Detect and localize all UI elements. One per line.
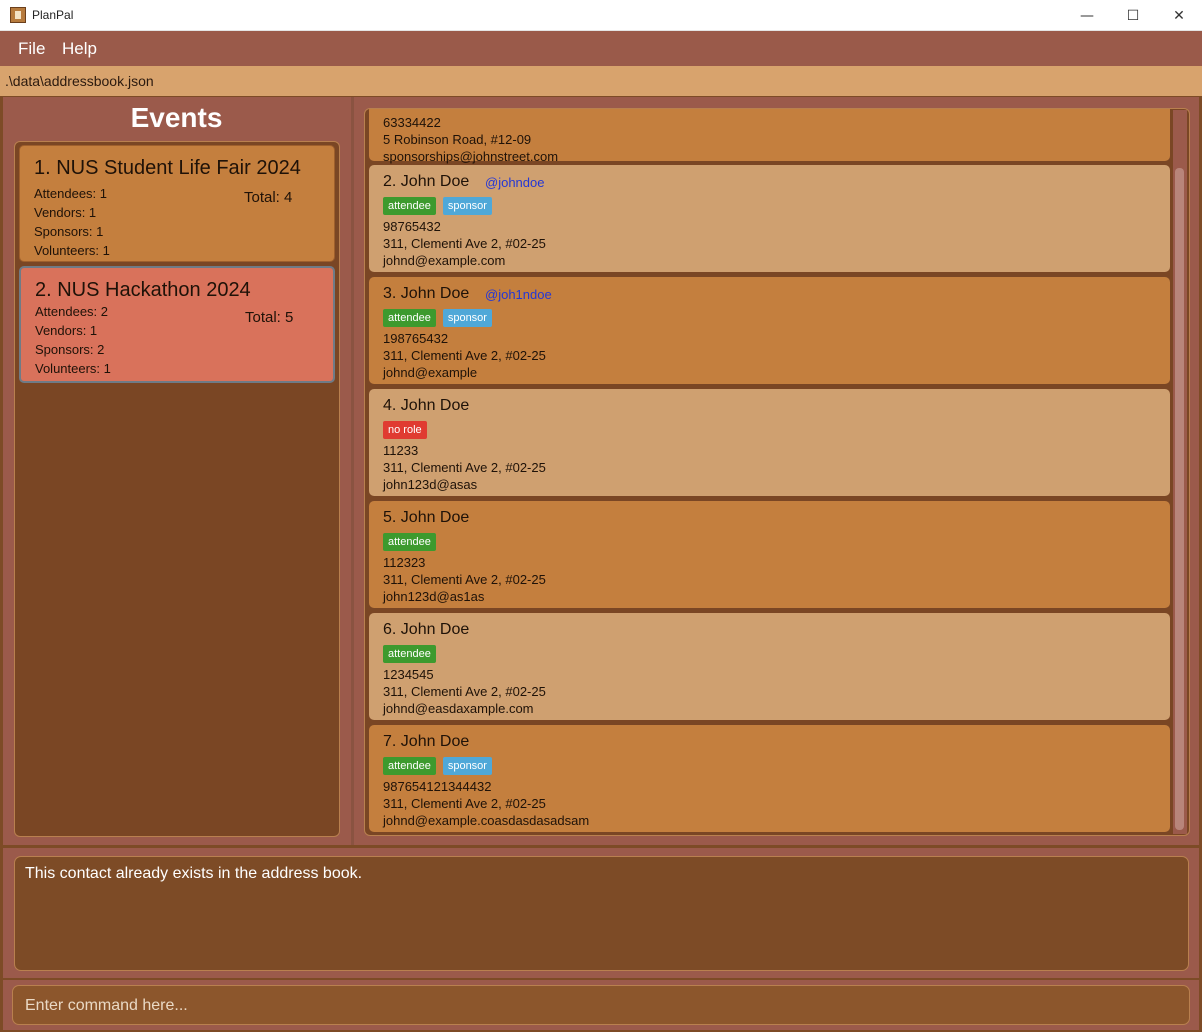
- person-details: 1234545 311, Clementi Ave 2, #02-25 john…: [383, 666, 546, 717]
- person-email: john123d@as1as: [383, 589, 485, 604]
- person-address: 311, Clementi Ave 2, #02-25: [383, 796, 546, 811]
- tag-attendee: attendee: [383, 309, 436, 327]
- event-volunteers: Volunteers: 1: [34, 243, 110, 258]
- close-icon: ✕: [1173, 7, 1185, 24]
- result-message: This contact already exists in the addre…: [25, 865, 363, 882]
- tag-sponsor: sponsor: [442, 757, 492, 775]
- person-address: 311, Clementi Ave 2, #02-25: [383, 236, 546, 251]
- scrollbar-thumb[interactable]: [1175, 168, 1184, 830]
- tag-no-role: no role: [383, 421, 427, 439]
- person-card[interactable]: 6. John Doe attendee 1234545 311, Clemen…: [369, 613, 1170, 720]
- person-email: johnd@easdaxample.com: [383, 701, 534, 716]
- tag-list: attendee sponsor: [383, 197, 492, 215]
- person-phone: 987654121344432: [383, 779, 492, 794]
- tag-attendee: attendee: [383, 757, 436, 775]
- result-display: This contact already exists in the addre…: [14, 856, 1189, 971]
- tag-list: no role: [383, 421, 427, 439]
- menu-file[interactable]: File: [18, 39, 45, 59]
- person-card[interactable]: 4. John Doe no role 11233 311, Clementi …: [369, 389, 1170, 496]
- person-name: 7. John Doe: [383, 733, 470, 750]
- person-address: 311, Clementi Ave 2, #02-25: [383, 572, 546, 587]
- event-vendors: Vendors: 1: [34, 205, 97, 220]
- event-name: 1. NUS Student Life Fair 2024: [34, 157, 301, 179]
- tag-attendee: attendee: [383, 533, 436, 551]
- event-attendees: Attendees: 2: [35, 304, 108, 319]
- event-sponsors: Sponsors: 1: [34, 224, 104, 239]
- event-total: Total: 4: [244, 189, 293, 206]
- person-email: sponsorships@johnstreet.com: [383, 149, 559, 164]
- window-title: PlanPal: [32, 8, 74, 22]
- minimize-button[interactable]: —: [1064, 0, 1110, 31]
- person-card[interactable]: 63334422 5 Robinson Road, #12-09 sponsor…: [369, 109, 1170, 164]
- person-phone: 98765432: [383, 219, 441, 234]
- event-volunteers: Volunteers: 1: [35, 361, 111, 376]
- person-details: 112323 311, Clementi Ave 2, #02-25 john1…: [383, 554, 546, 605]
- minimize-icon: —: [1080, 7, 1094, 24]
- person-name: 5. John Doe: [383, 509, 470, 526]
- person-handle: @johndoe: [485, 175, 545, 190]
- person-phone: 11233: [383, 443, 419, 458]
- person-details: 98765432 311, Clementi Ave 2, #02-25 joh…: [383, 218, 546, 269]
- person-list[interactable]: 63334422 5 Robinson Road, #12-09 sponsor…: [364, 108, 1190, 836]
- tag-attendee: attendee: [383, 645, 436, 663]
- tag-sponsor: sponsor: [442, 197, 492, 215]
- person-phone: 1234545: [383, 667, 434, 682]
- person-handle: @joh1ndoe: [485, 287, 552, 302]
- person-address: 311, Clementi Ave 2, #02-25: [383, 460, 546, 475]
- person-details: 63334422 5 Robinson Road, #12-09 sponsor…: [383, 114, 558, 165]
- close-button[interactable]: ✕: [1156, 0, 1202, 31]
- menu-help[interactable]: Help: [62, 39, 97, 59]
- maximize-icon: ☐: [1126, 7, 1140, 24]
- event-card-selected[interactable]: 2. NUS Hackathon 2024 Attendees: 2 Vendo…: [19, 266, 335, 383]
- command-input[interactable]: [23, 994, 1177, 1018]
- maximize-button[interactable]: ☐: [1110, 0, 1156, 31]
- person-name: 6. John Doe: [383, 621, 470, 638]
- person-phone: 63334422: [383, 115, 441, 130]
- person-name: 4. John Doe: [383, 397, 470, 414]
- person-card[interactable]: 5. John Doe attendee 112323 311, Clement…: [369, 501, 1170, 608]
- app-icon: [10, 7, 26, 23]
- event-name: 2. NUS Hackathon 2024: [35, 279, 251, 301]
- event-sponsors: Sponsors: 2: [35, 342, 105, 357]
- person-email: johnd@example.coasdasdasadsam: [383, 813, 590, 828]
- tag-sponsor: sponsor: [442, 309, 492, 327]
- person-details: 198765432 311, Clementi Ave 2, #02-25 jo…: [383, 330, 546, 381]
- event-card[interactable]: 1. NUS Student Life Fair 2024 Attendees:…: [19, 145, 335, 262]
- person-email: johnd@example: [383, 365, 478, 380]
- events-title: Events: [130, 102, 223, 133]
- person-name: 2. John Doe: [383, 173, 470, 190]
- person-address: 311, Clementi Ave 2, #02-25: [383, 348, 546, 363]
- menu-bar: File Help: [0, 31, 1202, 66]
- status-bar: .\data\addressbook.json: [0, 66, 1202, 96]
- person-name: 3. John Doe: [383, 285, 470, 302]
- tag-list: attendee: [383, 645, 436, 663]
- event-list[interactable]: 1. NUS Student Life Fair 2024 Attendees:…: [14, 141, 340, 837]
- window-title-bar: PlanPal — ☐ ✕: [0, 0, 1202, 31]
- tag-list: attendee: [383, 533, 436, 551]
- data-file-path: .\data\addressbook.json: [5, 73, 154, 89]
- person-details: 987654121344432 311, Clementi Ave 2, #02…: [383, 778, 589, 829]
- person-details: 11233 311, Clementi Ave 2, #02-25 john12…: [383, 442, 546, 493]
- person-list-scrollbar[interactable]: [1173, 110, 1187, 834]
- tag-attendee: attendee: [383, 197, 436, 215]
- tag-list: attendee sponsor: [383, 309, 492, 327]
- person-card[interactable]: 3. John Doe @joh1ndoe attendee sponsor 1…: [369, 277, 1170, 384]
- person-card[interactable]: 2. John Doe @johndoe attendee sponsor 98…: [369, 165, 1170, 272]
- event-attendees: Attendees: 1: [34, 186, 107, 201]
- person-phone: 112323: [383, 555, 426, 570]
- person-card[interactable]: 7. John Doe attendee sponsor 98765412134…: [369, 725, 1170, 832]
- command-box[interactable]: [12, 985, 1190, 1025]
- event-total: Total: 5: [245, 309, 294, 326]
- person-address: 5 Robinson Road, #12-09: [383, 132, 532, 147]
- person-phone: 198765432: [383, 331, 449, 346]
- person-address: 311, Clementi Ave 2, #02-25: [383, 684, 546, 699]
- event-vendors: Vendors: 1: [35, 323, 98, 338]
- person-email: john123d@asas: [383, 477, 478, 492]
- tag-list: attendee sponsor: [383, 757, 492, 775]
- person-email: johnd@example.com: [383, 253, 506, 268]
